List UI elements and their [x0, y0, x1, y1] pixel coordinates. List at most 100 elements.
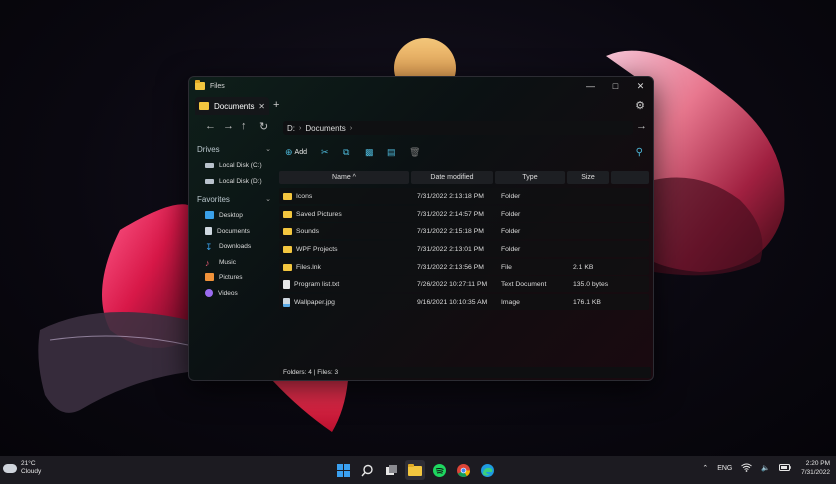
tab-bar: Documents ✕ + ⚙: [189, 97, 653, 115]
column-header-size[interactable]: Size: [567, 171, 609, 184]
breadcrumb-drive[interactable]: D:: [287, 124, 295, 133]
table-row[interactable]: Wallpaper.jpg 9/16/2021 10:10:35 AM Imag…: [279, 294, 649, 310]
sidebar-item-pictures[interactable]: Pictures: [205, 271, 242, 283]
file-date: 7/26/2022 10:27:11 PM: [417, 280, 488, 288]
sidebar-item-videos[interactable]: Videos: [205, 287, 238, 299]
paste-icon[interactable]: ▩: [365, 147, 374, 158]
window-controls: — □ ✕: [578, 77, 653, 95]
file-name: Program list.txt: [294, 280, 340, 288]
file-name: Files.lnk: [296, 263, 321, 271]
go-arrow-icon[interactable]: →: [636, 120, 647, 132]
sidebar-item-label: Desktop: [219, 211, 243, 219]
sidebar-item-label: Local Disk (C:): [219, 161, 262, 169]
title-bar[interactable]: Files — □ ✕: [189, 77, 653, 95]
sidebar-section-favorites[interactable]: Favorites ⌄: [197, 193, 271, 205]
file-date: 7/31/2022 2:14:57 PM: [417, 210, 484, 218]
wifi-icon[interactable]: [741, 463, 753, 474]
file-size: 135.0 bytes: [573, 280, 609, 288]
sidebar-item-desktop[interactable]: Desktop: [205, 209, 243, 221]
sidebar-section-drives[interactable]: Drives ⌄: [197, 143, 271, 155]
add-label: Add: [294, 149, 308, 156]
column-header-type[interactable]: Type: [495, 171, 565, 184]
tab-close-icon[interactable]: ✕: [258, 102, 265, 111]
start-button[interactable]: [333, 460, 353, 480]
file-date: 7/31/2022 2:13:18 PM: [417, 192, 484, 200]
breadcrumb-chevron-icon: ›: [349, 124, 353, 132]
volume-icon[interactable]: 🔈: [761, 464, 770, 472]
section-label: Drives: [197, 144, 220, 154]
clock-time: 2:20 PM: [805, 460, 830, 467]
weather-widget[interactable]: 21°C Cloudy: [3, 460, 41, 476]
folder-icon: [283, 210, 292, 218]
spotify-button[interactable]: [429, 460, 449, 480]
file-type: Folder: [501, 245, 521, 253]
search-button[interactable]: [357, 460, 377, 480]
table-row[interactable]: Sounds 7/31/2022 2:15:18 PM Folder: [279, 223, 649, 239]
breadcrumb-chevron-icon: ›: [299, 124, 302, 132]
window-title: Files: [210, 82, 225, 90]
copy-icon[interactable]: ⧉: [343, 147, 349, 158]
sidebar-item-label: Local Disk (D:): [219, 177, 262, 185]
task-view-button[interactable]: [381, 460, 401, 480]
file-type: Folder: [501, 192, 521, 200]
file-name: Sounds: [296, 227, 320, 235]
breadcrumb-folder[interactable]: Documents: [305, 124, 345, 133]
pictures-icon: [205, 273, 214, 281]
close-icon: ✕: [636, 80, 645, 91]
language-indicator[interactable]: ENG: [717, 465, 732, 472]
chrome-button[interactable]: [453, 460, 473, 480]
delete-icon[interactable]: 🗑: [409, 147, 420, 158]
table-row[interactable]: Files.lnk 7/31/2022 2:13:56 PM File 2.1 …: [279, 259, 649, 275]
sidebar-item-label: Videos: [218, 289, 238, 297]
cut-icon[interactable]: ✂: [321, 147, 329, 158]
refresh-icon[interactable]: ↻: [259, 120, 268, 133]
up-arrow-icon[interactable]: ↑: [241, 120, 247, 132]
file-name: WPF Projects: [296, 245, 338, 253]
desktop-icon: [205, 211, 214, 219]
music-icon: ♪: [205, 258, 210, 268]
add-icon: ⊕: [285, 147, 293, 157]
file-size: 2.1 KB: [573, 263, 594, 271]
chevron-down-icon: ⌄: [265, 196, 271, 203]
weather-description: Cloudy: [21, 468, 42, 475]
sidebar-item-downloads[interactable]: ↧ Downloads: [205, 240, 251, 252]
tab-documents[interactable]: Documents ✕: [195, 97, 269, 115]
close-button[interactable]: ✕: [628, 77, 653, 95]
column-header-name[interactable]: Name ^: [279, 171, 409, 184]
forward-arrow-icon[interactable]: →: [223, 120, 234, 132]
edge-button[interactable]: [477, 460, 497, 480]
drive-icon: [205, 178, 214, 184]
minimize-button[interactable]: —: [578, 77, 603, 95]
settings-gear-icon[interactable]: ⚙: [635, 99, 645, 112]
sidebar-item-local-disk-c[interactable]: Local Disk (C:): [205, 159, 262, 171]
table-row[interactable]: WPF Projects 7/31/2022 2:13:01 PM Folder: [279, 241, 649, 257]
sidebar-item-music[interactable]: ♪ Music: [205, 256, 236, 268]
folder-icon: [199, 102, 209, 110]
address-bar[interactable]: D: › Documents ›: [283, 121, 633, 135]
clock[interactable]: 2:20 PM 7/31/2022: [801, 459, 830, 477]
file-date: 7/31/2022 2:15:18 PM: [417, 227, 484, 235]
chevron-up-icon[interactable]: ⌃: [702, 464, 708, 472]
new-tab-button[interactable]: +: [273, 99, 279, 111]
chrome-icon: [456, 463, 470, 477]
sidebar-item-documents[interactable]: Documents: [205, 225, 250, 237]
back-arrow-icon[interactable]: ←: [205, 120, 216, 132]
search-icon[interactable]: ⚲: [636, 147, 643, 158]
table-row[interactable]: Program list.txt 7/26/2022 10:27:11 PM T…: [279, 276, 649, 292]
section-label: Favorites: [197, 194, 230, 204]
downloads-icon: ↧: [205, 242, 213, 252]
column-header-date[interactable]: Date modified: [411, 171, 493, 184]
videos-icon: [205, 289, 213, 297]
battery-icon[interactable]: [779, 463, 791, 473]
rename-icon[interactable]: ▤: [387, 147, 396, 158]
taskbar-apps: [333, 460, 501, 480]
add-button[interactable]: ⊕ Add: [285, 147, 307, 158]
files-taskbar-button[interactable]: [405, 460, 425, 480]
table-row[interactable]: Saved Pictures 7/31/2022 2:14:57 PM Fold…: [279, 206, 649, 222]
sidebar-item-local-disk-d[interactable]: Local Disk (D:): [205, 175, 262, 187]
file-date: 7/31/2022 2:13:56 PM: [417, 263, 484, 271]
maximize-button[interactable]: □: [603, 77, 628, 95]
file-size: 176.1 KB: [573, 298, 601, 306]
column-header-extra: [611, 171, 649, 184]
table-row[interactable]: Icons 7/31/2022 2:13:18 PM Folder: [279, 188, 649, 204]
